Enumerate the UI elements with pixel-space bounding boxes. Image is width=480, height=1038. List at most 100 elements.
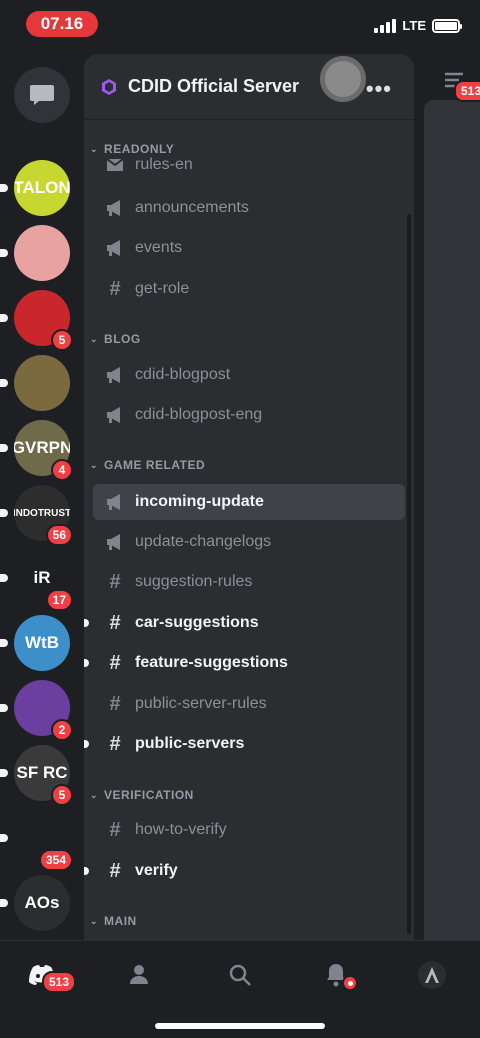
channel-label: cdid-blogpost <box>135 366 231 383</box>
channel-cdid-blogpost[interactable]: cdid-blogpost <box>93 357 405 393</box>
unread-indicator <box>0 639 8 647</box>
category-verification[interactable]: ⌄ VERIFICATION <box>90 788 194 802</box>
touch-indicator <box>320 56 366 102</box>
unread-indicator <box>0 769 8 777</box>
avatar <box>418 961 446 989</box>
server-icon[interactable]: AOs <box>0 875 70 931</box>
nav-notifications[interactable] <box>316 957 358 993</box>
unread-indicator <box>84 867 89 875</box>
channel-how-to-verify[interactable]: # how-to-verify <box>93 812 405 848</box>
category-main[interactable]: ⌄ MAIN <box>90 914 137 928</box>
notification-badge: 513 <box>454 80 480 102</box>
unread-indicator <box>84 659 89 667</box>
channel-label: get-role <box>135 280 190 297</box>
channel-label: car-suggestions <box>135 614 259 631</box>
chevron-down-icon: ⌄ <box>90 915 99 926</box>
server-icon[interactable]: WtB <box>0 615 70 671</box>
category-label: MAIN <box>104 914 137 928</box>
nav-search[interactable] <box>220 957 260 993</box>
nav-home[interactable]: 513 <box>22 957 77 993</box>
channel-rules-en[interactable]: rules-en <box>93 150 405 174</box>
server-avatar <box>14 225 70 281</box>
server-icon[interactable]: TALON <box>0 160 70 216</box>
channel-update-changelogs[interactable]: update-changelogs <box>93 524 405 560</box>
unread-indicator <box>0 704 8 712</box>
channel-incoming-update[interactable]: incoming-update <box>93 484 405 520</box>
nav-profile[interactable] <box>412 957 452 993</box>
server-icon[interactable]: INDOTRUST 56 <box>0 485 73 546</box>
unread-indicator <box>0 509 8 517</box>
channel-label: feature-suggestions <box>135 654 288 671</box>
more-options-icon[interactable]: ••• <box>366 76 392 102</box>
server-avatar: WtB <box>14 615 70 671</box>
friends-icon <box>130 965 154 984</box>
chat-bubble-icon <box>30 85 54 105</box>
home-indicator[interactable] <box>155 1023 325 1029</box>
channel-public-servers[interactable]: # public-servers <box>84 726 405 762</box>
channel-verify[interactable]: # verify <box>84 853 405 889</box>
channel-label: public-server-rules <box>135 695 267 712</box>
scrollbar[interactable] <box>407 214 411 934</box>
status-indicators: LTE <box>374 18 462 33</box>
direct-messages-button[interactable] <box>14 67 70 123</box>
channel-cdid-blogpost-eng[interactable]: cdid-blogpost-eng <box>93 397 405 433</box>
server-icon[interactable]: iR 17 <box>0 550 73 611</box>
battery-icon <box>432 18 462 33</box>
server-icon[interactable]: 354 <box>0 810 73 871</box>
channel-label: cdid-blogpost-eng <box>135 406 263 423</box>
category-label: VERIFICATION <box>104 788 194 802</box>
hashtag-icon: # <box>109 732 121 755</box>
channel-get-role[interactable]: # get-role <box>93 271 405 307</box>
server-avatar: TALON <box>14 160 70 216</box>
search-icon <box>229 964 251 986</box>
megaphone-icon <box>105 532 125 552</box>
channel-feature-suggestions[interactable]: # feature-suggestions <box>84 645 405 681</box>
category-game-related[interactable]: ⌄ GAME RELATED <box>90 458 205 472</box>
server-icon[interactable] <box>0 225 70 281</box>
hashtag-icon: # <box>109 859 121 882</box>
unread-indicator <box>84 740 89 748</box>
server-name: CDID Official Server <box>128 76 300 96</box>
server-icon[interactable] <box>0 355 70 411</box>
channel-label: announcements <box>135 199 249 216</box>
megaphone-icon <box>105 405 125 425</box>
unread-indicator <box>0 834 8 842</box>
server-avatar <box>14 355 70 411</box>
chevron-down-icon: ⌄ <box>90 333 99 344</box>
unread-indicator <box>0 444 8 452</box>
unread-indicator <box>0 379 8 387</box>
server-icon[interactable]: GVRPN 4 <box>0 420 73 481</box>
mention-badge: 2 <box>51 719 73 741</box>
channel-label: verify <box>135 862 178 879</box>
megaphone-icon <box>105 492 125 512</box>
status-bar: 07.16 LTE <box>0 0 480 50</box>
channel-car-suggestions[interactable]: # car-suggestions <box>84 605 405 641</box>
category-label: BLOG <box>104 332 141 346</box>
category-label: GAME RELATED <box>104 458 206 472</box>
mention-badge: 354 <box>38 849 73 871</box>
server-icon[interactable]: 2 <box>0 680 73 741</box>
channel-announcements[interactable]: announcements <box>93 190 405 226</box>
channel-label: how-to-verify <box>135 821 227 838</box>
mention-badge: 56 <box>45 524 73 546</box>
channel-label: events <box>135 239 183 256</box>
category-blog[interactable]: ⌄ BLOG <box>90 332 141 346</box>
chat-panel <box>424 100 480 940</box>
server-boost-icon <box>102 78 116 95</box>
channel-label: suggestion-rules <box>135 573 253 590</box>
channel-list-panel: CDID Official Server ••• ⌄ READONLY rule… <box>84 54 414 940</box>
channel-label: public-servers <box>135 735 245 752</box>
signal-icon <box>374 18 397 33</box>
hashtag-icon: # <box>109 818 121 841</box>
mention-badge: 4 <box>51 459 73 481</box>
nav-friends[interactable] <box>122 957 162 993</box>
server-icon[interactable]: 5 <box>0 290 73 351</box>
channel-public-server-rules[interactable]: # public-server-rules <box>93 686 405 722</box>
channel-suggestion-rules[interactable]: # suggestion-rules <box>93 564 405 600</box>
locked-hashtag-icon: # <box>109 611 121 634</box>
rules-icon <box>105 154 125 174</box>
chat-panel-peek[interactable]: 513 <box>414 50 480 940</box>
locked-hashtag-icon: # <box>109 651 121 674</box>
channel-events[interactable]: events <box>93 230 405 266</box>
server-icon[interactable]: SF RC 5 <box>0 745 73 806</box>
